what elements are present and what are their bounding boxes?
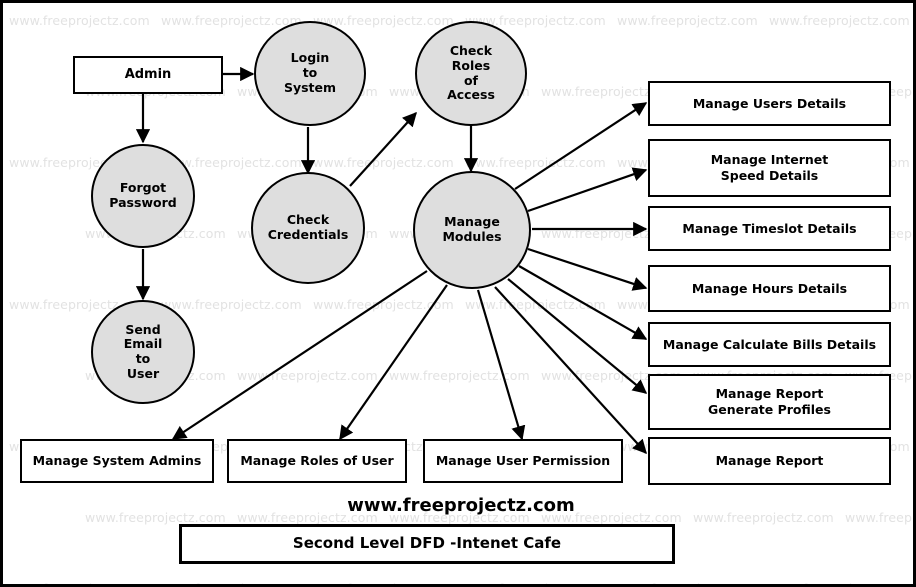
datastore-manage-users-details[interactable]: Manage Users Details [648,81,891,126]
watermark-text: www.freeprojectz.com [313,155,454,170]
watermark-text: www.freeprojectz.com [9,13,150,28]
flow-modules-to-manage-report-generate-profiles [507,278,648,394]
flow-modules-to-manage-hours-details [527,247,648,291]
datastore-manage-roles-of-user[interactable]: Manage Roles of User [227,439,407,483]
watermark-text: www.freeprojectz.com [237,368,378,383]
watermark-text: www.freeprojectz.com [617,581,758,584]
process-manage-modules[interactable]: Manage Modules [413,171,531,289]
flow-modules-to-manage-system-admins [171,270,428,440]
watermark-text: www.freeprojectz.com [9,581,150,584]
datastore-manage-report-label: Manage Report [715,453,824,469]
flow-modules-to-manage-user-permission [476,289,526,441]
watermark-text: www.freeprojectz.com [161,581,302,584]
watermark-text: www.freeprojectz.com [313,297,454,312]
watermark-text: www.freeprojectz.com [617,13,758,28]
datastore-manage-hours-details-label: Manage Hours Details [691,280,848,296]
watermark-text: www.freeprojectz.com [313,581,454,584]
datastore-manage-report-generate-profiles-label: Manage Report Generate Profiles [708,386,831,417]
process-login-to-system[interactable]: Login to System [254,21,366,126]
process-check-credentials[interactable]: Check Credentials [251,172,365,284]
flow-modules-to-manage-internet-speed-details [527,167,648,213]
datastore-manage-timeslot-details-label: Manage Timeslot Details [682,220,857,236]
entity-admin-label: Admin [124,67,172,83]
datastore-manage-report-generate-profiles[interactable]: Manage Report Generate Profiles [648,374,891,430]
datastore-manage-user-permission-label: Manage User Permission [435,453,611,469]
datastore-manage-system-admins[interactable]: Manage System Admins [20,439,214,483]
watermark-text: www.freeprojectz.com [769,13,910,28]
process-send-email-to-user[interactable]: Send Email to User [91,300,195,404]
watermark-text: www.freeprojectz.com [161,297,302,312]
process-check-roles-of-access-label: Check Roles of Access [447,43,495,103]
watermark-text: www.freeprojectz.com [389,368,530,383]
datastore-manage-system-admins-label: Manage System Admins [32,453,202,469]
datastore-manage-timeslot-details[interactable]: Manage Timeslot Details [648,206,891,251]
flow-modules-to-manage-roles-of-user [339,284,448,441]
flow-check-credentials-to-check-roles [349,111,417,187]
watermark-text: www.freeprojectz.com [769,581,910,584]
datastore-manage-internet-speed-details[interactable]: Manage Internet Speed Details [648,139,891,197]
process-manage-modules-label: Manage Modules [442,214,502,244]
watermark-text: www.freeprojectz.com [465,297,606,312]
dfd-diagram-canvas: www.freeprojectz.com www.freeprojectz.com… [0,0,916,587]
datastore-manage-calculate-bills-details[interactable]: Manage Calculate Bills Details [648,322,891,367]
watermark-text: www.freeprojectz.com [465,155,606,170]
process-forgot-password-label: Forgot Password [109,180,177,210]
watermark-text: www.freeprojectz.com [465,581,606,584]
flow-modules-to-manage-calculate-bills-details [518,265,648,340]
watermark-text: www.freeprojectz.com [161,13,302,28]
brand-text: www.freeprojectz.com [347,495,575,516]
datastore-manage-users-details-label: Manage Users Details [692,95,847,111]
datastore-manage-report[interactable]: Manage Report [648,437,891,485]
diagram-title-box: Second Level DFD -Intenet Cafe [179,524,675,564]
process-login-to-system-label: Login to System [283,50,337,95]
process-send-email-to-user-label: Send Email to User [123,321,163,381]
process-forgot-password[interactable]: Forgot Password [91,144,195,248]
diagram-title-label: Second Level DFD -Intenet Cafe [292,534,562,553]
flow-modules-to-manage-users-details [514,102,648,190]
flow-modules-to-manage-report [494,286,647,455]
process-check-roles-of-access[interactable]: Check Roles of Access [415,21,527,126]
datastore-manage-calculate-bills-details-label: Manage Calculate Bills Details [662,336,877,352]
datastore-manage-roles-of-user-label: Manage Roles of User [240,453,394,469]
datastore-manage-internet-speed-details-label: Manage Internet Speed Details [710,152,829,183]
datastore-manage-user-permission[interactable]: Manage User Permission [423,439,623,483]
datastore-manage-hours-details[interactable]: Manage Hours Details [648,265,891,312]
entity-admin[interactable]: Admin [73,56,223,94]
process-check-credentials-label: Check Credentials [267,212,349,242]
